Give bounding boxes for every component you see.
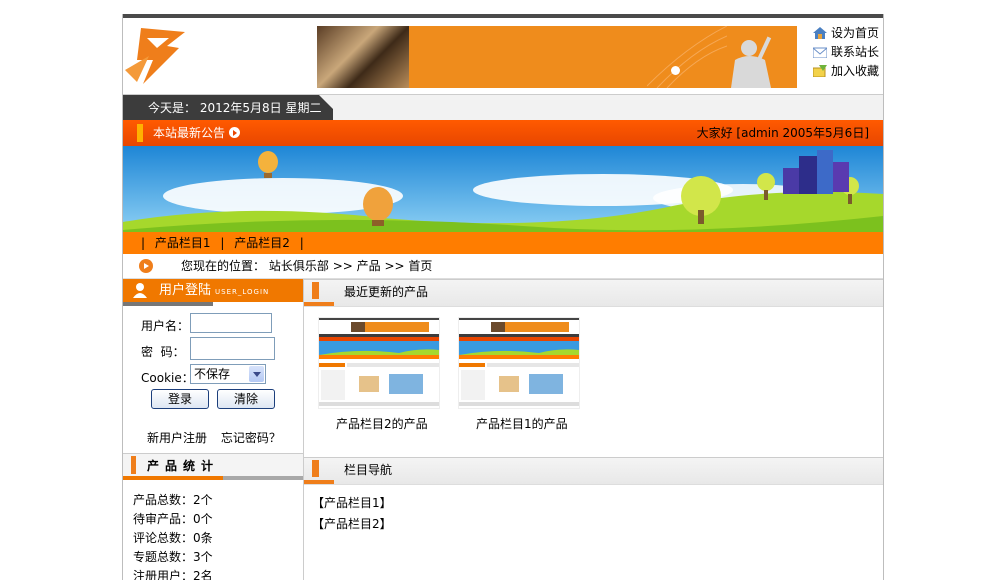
recent-marker — [312, 282, 319, 299]
header: 设为首页 联系站长 加入收藏 — [123, 18, 883, 92]
breadcrumb: 您现在的位置： 站长俱乐部 >> 产品 >> 首页 — [123, 254, 883, 279]
product-thumbnail-image — [459, 318, 579, 408]
notice-title: 本站最新公告 — [153, 126, 226, 140]
header-banner — [317, 26, 797, 88]
stats-header: 产品统计 — [123, 453, 303, 480]
set-homepage-label: 设为首页 — [831, 26, 880, 40]
set-homepage-link[interactable]: 设为首页 — [813, 24, 883, 43]
nav-header: 栏目导航 — [304, 457, 883, 485]
baseball — [671, 66, 680, 75]
cookie-select[interactable]: 不保存 — [190, 364, 266, 384]
recent-header: 最近更新的产品 — [304, 279, 883, 307]
login-header-underline — [123, 302, 213, 306]
contact-icon — [813, 47, 827, 58]
menu-item-category2[interactable]: 产品栏目2 — [234, 236, 290, 250]
contact-admin-label: 联系站长 — [831, 45, 880, 59]
account-links: 新用户注册 忘记密码？ — [147, 429, 281, 446]
stats-list: 产品总数：2个 待审产品：0个 评论总数：0条 专题总数：3个 注册用户：2名 — [133, 491, 213, 580]
notice-title-wrap: 本站最新公告 — [153, 120, 241, 146]
menu-separator: | — [141, 236, 146, 250]
category-menu: | 产品栏目1 | 产品栏目2 | — [123, 232, 883, 254]
arrow-circle-icon — [139, 259, 153, 273]
stat-pending-products: 待审产品：0个 — [133, 512, 213, 526]
password-label: 密 码： — [141, 345, 185, 359]
username-label: 用户名： — [141, 319, 190, 333]
username-input[interactable] — [190, 313, 272, 333]
forgot-password-link[interactable]: 忘记密码？ — [221, 431, 281, 445]
breadcrumb-sep: >> — [332, 259, 353, 273]
stats-title: 产品统计 — [147, 459, 220, 473]
quick-links: 设为首页 联系站长 加入收藏 — [813, 24, 883, 81]
add-favorite-link[interactable]: 加入收藏 — [813, 62, 883, 81]
user-icon — [133, 283, 147, 298]
recent-title: 最近更新的产品 — [344, 285, 429, 299]
breadcrumb-products[interactable]: 产品 — [357, 259, 381, 273]
notice-bar: 本站最新公告 大家好 [admin 2005年5月6日] — [123, 120, 883, 146]
login-title-wrap: 用户登陆 USER_LOGIN — [159, 279, 269, 304]
login-button[interactable]: 登录 — [151, 389, 209, 409]
menu-item-category1[interactable]: 产品栏目1 — [155, 236, 211, 250]
login-subtitle: USER_LOGIN — [215, 288, 270, 296]
stats-marker — [131, 456, 136, 474]
breadcrumb-sep: >> — [384, 259, 405, 273]
product-thumbnail-image — [319, 318, 439, 408]
stats-underline-grey — [223, 476, 303, 480]
recent-underline — [304, 302, 334, 306]
login-title: 用户登陆 — [159, 283, 212, 298]
register-link[interactable]: 新用户注册 — [147, 431, 207, 445]
sidebar: 用户登陆 USER_LOGIN 用户名： 密 码： Cookie： 不保存 登录 … — [123, 279, 304, 580]
baseball-player-icon — [731, 36, 772, 88]
notice-message[interactable]: 大家好 [admin 2005年5月6日] — [697, 120, 869, 146]
menu-separator: | — [299, 236, 304, 250]
clear-button[interactable]: 清除 — [217, 389, 275, 409]
product-thumbnail[interactable] — [458, 317, 580, 409]
banner-photo — [317, 26, 409, 88]
product-thumbnail[interactable] — [318, 317, 440, 409]
nav-underline — [304, 480, 334, 484]
nav-item-category2[interactable]: 【产品栏目2】 — [312, 515, 392, 532]
contact-admin-link[interactable]: 联系站长 — [813, 43, 883, 62]
nav-title: 栏目导航 — [344, 463, 393, 477]
stat-total-products: 产品总数：2个 — [133, 493, 213, 507]
home-icon — [813, 27, 827, 39]
product-caption[interactable]: 产品栏目2的产品 — [336, 415, 428, 432]
notice-marker — [137, 124, 143, 142]
menu-separator: | — [220, 236, 225, 250]
arrow-right-icon — [229, 127, 241, 138]
breadcrumb-current: 首页 — [408, 259, 433, 273]
cookie-select-value: 不保存 — [194, 367, 231, 381]
nav-item-category1[interactable]: 【产品栏目1】 — [312, 494, 392, 511]
nav-marker — [312, 460, 319, 477]
favorite-icon — [813, 65, 827, 77]
stat-registered-users: 注册用户：2名 — [133, 569, 213, 580]
login-header: 用户登陆 USER_LOGIN — [123, 279, 303, 306]
main-content: 最近更新的产品 产品栏目2的产品 产品栏目1的产品 栏目导航 【产品栏目1】 【… — [304, 279, 883, 580]
logo-icon[interactable] — [123, 26, 187, 88]
banner-lines — [647, 26, 727, 88]
stats-underline — [123, 476, 223, 480]
breadcrumb-home[interactable]: 站长俱乐部 — [269, 259, 329, 273]
product-caption[interactable]: 产品栏目1的产品 — [476, 415, 568, 432]
password-input[interactable] — [190, 337, 275, 360]
chevron-down-icon — [249, 366, 264, 382]
breadcrumb-text: 您现在的位置： 站长俱乐部 >> 产品 >> 首页 — [181, 254, 432, 278]
page-container: 设为首页 联系站长 加入收藏 今天是： 2012年5月8日 星期二 本站最新公告… — [122, 14, 884, 580]
stat-total-comments: 评论总数：0条 — [133, 531, 213, 545]
cookie-label: Cookie： — [141, 371, 194, 385]
landscape-banner — [123, 146, 883, 232]
date-text: 今天是： 2012年5月8日 星期二 — [148, 101, 322, 115]
add-favorite-label: 加入收藏 — [831, 64, 880, 78]
date-bar: 今天是： 2012年5月8日 星期二 — [123, 94, 883, 121]
breadcrumb-label: 您现在的位置： — [181, 259, 266, 273]
stat-total-topics: 专题总数：3个 — [133, 550, 213, 564]
